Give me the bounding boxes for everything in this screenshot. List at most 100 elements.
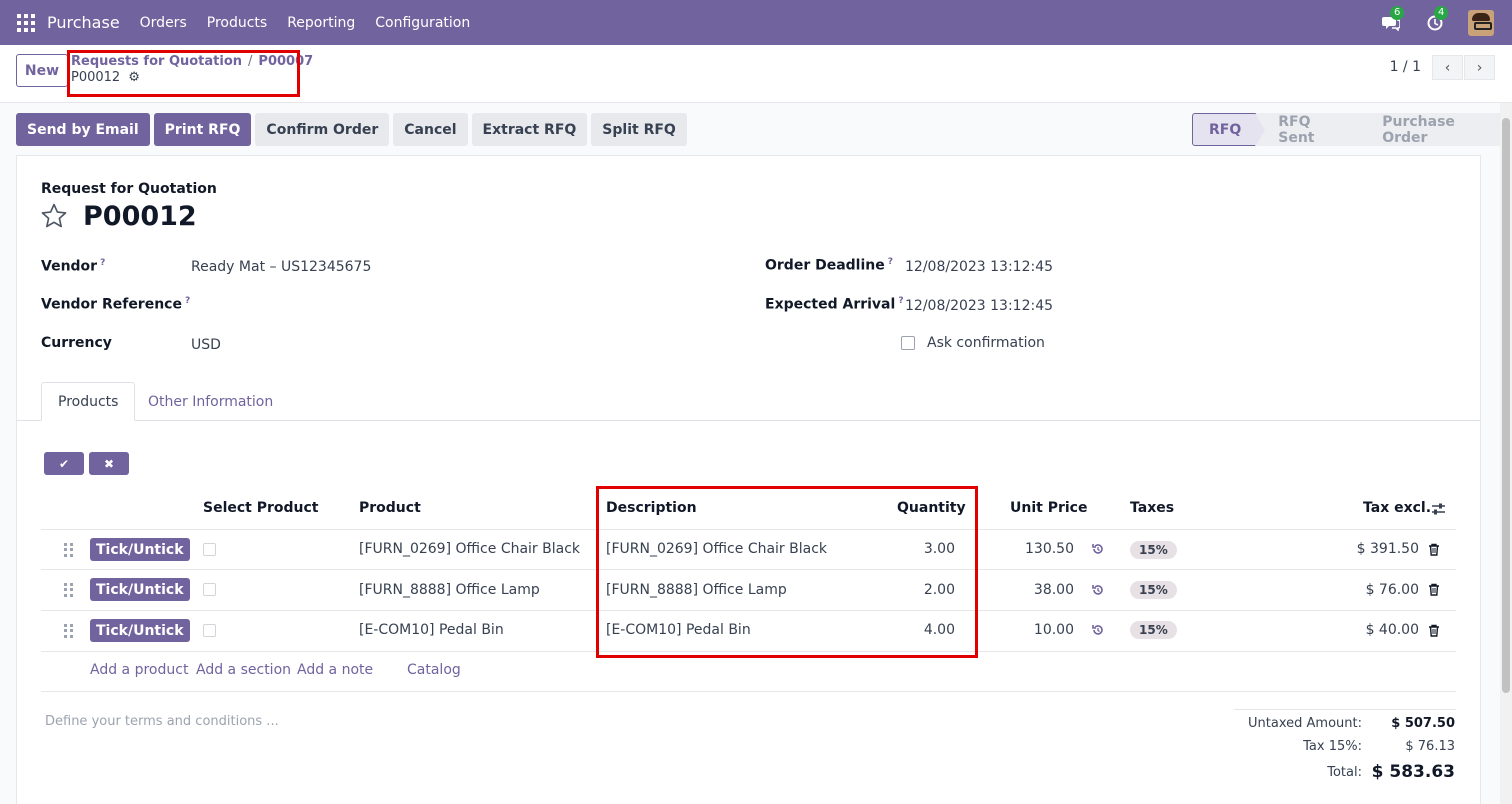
confirm-order-button[interactable]: Confirm Order <box>255 113 390 146</box>
form-type-label: Request for Quotation <box>41 181 217 197</box>
print-rfq-button[interactable]: Print RFQ <box>153 113 252 146</box>
stage-purchase-order[interactable]: Purchase Order <box>1360 113 1512 146</box>
send-by-email-button[interactable]: Send by Email <box>16 113 150 146</box>
untaxed-amount-value: $ 507.50 <box>1391 716 1455 731</box>
menu-orders[interactable]: Orders <box>140 15 187 31</box>
row-unit-price[interactable]: 10.00 <box>990 622 1074 638</box>
extract-rfq-button[interactable]: Extract RFQ <box>471 113 588 146</box>
expected-arrival-label-text: Expected Arrival <box>765 296 896 313</box>
drag-handle-icon[interactable] <box>64 583 74 597</box>
pager-value[interactable]: 1 / 1 <box>1390 59 1421 75</box>
row-unit-price[interactable]: 38.00 <box>990 582 1074 598</box>
scrollbar-thumb[interactable] <box>1502 118 1510 693</box>
row-subtotal: $ 76.00 <box>1365 582 1419 598</box>
stage-arrow <box>1255 113 1266 147</box>
catalog-link[interactable]: Catalog <box>407 662 461 678</box>
optional-columns-sliders-icon[interactable] <box>1431 502 1446 516</box>
tab-products[interactable]: Products <box>41 382 136 421</box>
top-navbar: Purchase Orders Products Reporting Confi… <box>0 0 1512 45</box>
expected-arrival-field[interactable]: 12/08/2023 13:12:45 <box>905 298 1053 314</box>
stage-rfq-sent[interactable]: RFQ Sent <box>1256 113 1371 146</box>
order-deadline-help-icon[interactable]: ? <box>888 257 893 267</box>
drag-handle-icon[interactable] <box>64 543 74 557</box>
column-unit-price[interactable]: Unit Price <box>1010 500 1087 516</box>
row-subtotal: $ 391.50 <box>1356 541 1419 557</box>
tick-untick-button[interactable]: Tick/Untick <box>90 538 190 561</box>
activity-clock-icon[interactable]: 4 <box>1424 5 1449 34</box>
app-brand[interactable]: Purchase <box>47 13 120 32</box>
totals-divider <box>1234 709 1456 710</box>
select-product-checkbox[interactable] <box>203 624 216 637</box>
stage-rfq[interactable]: RFQ <box>1192 113 1266 147</box>
tax-badge[interactable]: 15% <box>1130 541 1177 559</box>
select-product-checkbox[interactable] <box>203 583 216 596</box>
vendor-label-text: Vendor <box>41 258 98 275</box>
vendor-label: Vendor? <box>41 258 105 275</box>
tax-value: $ 76.13 <box>1405 739 1455 754</box>
messages-icon[interactable]: 6 <box>1380 5 1405 34</box>
ask-confirmation-label: Ask confirmation <box>927 335 1045 351</box>
row-subtotal: $ 40.00 <box>1365 622 1419 638</box>
currency-field[interactable]: USD <box>191 337 221 353</box>
tab-other-information[interactable]: Other Information <box>132 382 289 421</box>
apps-grid-icon[interactable] <box>17 13 35 32</box>
column-tax-excl[interactable]: Tax excl. <box>1363 500 1431 516</box>
vendor-help-icon[interactable]: ? <box>100 258 105 268</box>
drag-handle-icon[interactable] <box>64 624 74 638</box>
row-product[interactable]: [E-COM10] Pedal Bin <box>359 622 504 638</box>
split-rfq-button[interactable]: Split RFQ <box>591 113 687 146</box>
expected-arrival-label: Expected Arrival? <box>765 296 904 313</box>
menu-configuration[interactable]: Configuration <box>375 15 470 31</box>
terms-conditions-input[interactable]: Define your terms and conditions ... <box>45 714 279 729</box>
stage-purchase-order-label: Purchase Order <box>1382 113 1455 146</box>
new-button[interactable]: New <box>16 54 68 87</box>
menu-reporting[interactable]: Reporting <box>287 15 355 31</box>
pager-prev-chevron-left-icon[interactable]: ‹ <box>1432 55 1463 80</box>
ask-confirmation-checkbox[interactable] <box>901 336 915 350</box>
trash-icon[interactable] <box>1428 624 1440 637</box>
stage-rfq-sent-label: RFQ Sent <box>1278 113 1315 146</box>
vendor-reference-label: Vendor Reference? <box>41 296 190 313</box>
control-panel: New Requests for Quotation / P00007 P00012… <box>0 45 1512 103</box>
trash-icon[interactable] <box>1428 543 1440 556</box>
tax-badge[interactable]: 15% <box>1130 621 1177 639</box>
tax-label: Tax 15%: <box>1303 739 1362 754</box>
pager-next-chevron-right-icon[interactable]: › <box>1464 55 1495 80</box>
highlight-box-breadcrumb <box>67 50 300 97</box>
cancel-button[interactable]: Cancel <box>393 113 468 146</box>
messages-count-badge: 6 <box>1390 5 1405 20</box>
total-value: $ 583.63 <box>1371 762 1455 782</box>
user-avatar[interactable] <box>1468 9 1494 36</box>
tax-badge[interactable]: 15% <box>1130 581 1177 599</box>
tick-untick-button[interactable]: Tick/Untick <box>90 619 190 642</box>
expected-arrival-help-icon[interactable]: ? <box>898 296 903 306</box>
row-product[interactable]: [FURN_0269] Office Chair Black <box>359 541 580 557</box>
status-bar: RFQ RFQ Sent Purchase Order <box>1192 113 1512 147</box>
reset-price-icon[interactable] <box>1091 623 1105 637</box>
reset-price-icon[interactable] <box>1091 583 1105 597</box>
add-note-link[interactable]: Add a note <box>297 662 373 678</box>
tick-untick-button[interactable]: Tick/Untick <box>90 578 190 601</box>
reset-price-icon[interactable] <box>1091 542 1105 556</box>
column-product[interactable]: Product <box>359 500 421 516</box>
trash-icon[interactable] <box>1428 583 1440 596</box>
vendor-reference-label-text: Vendor Reference <box>41 296 182 313</box>
record-name: P00012 <box>83 201 197 232</box>
row-unit-price[interactable]: 130.50 <box>990 541 1074 557</box>
close-icon[interactable]: ✖ <box>89 452 129 475</box>
column-select-product[interactable]: Select Product <box>203 500 319 516</box>
currency-label: Currency <box>41 335 112 351</box>
column-taxes[interactable]: Taxes <box>1130 500 1174 516</box>
favorite-star-icon[interactable] <box>40 202 68 230</box>
order-deadline-field[interactable]: 12/08/2023 13:12:45 <box>905 259 1053 275</box>
menu-products[interactable]: Products <box>207 15 267 31</box>
page-scrollbar[interactable] <box>1500 103 1512 804</box>
add-section-link[interactable]: Add a section <box>196 662 291 678</box>
vendor-reference-help-icon[interactable]: ? <box>185 296 190 306</box>
check-icon[interactable]: ✔ <box>44 452 84 475</box>
vendor-field[interactable]: Ready Mat – US12345675 <box>191 259 371 275</box>
activities-count-badge: 4 <box>1434 5 1449 20</box>
row-product[interactable]: [FURN_8888] Office Lamp <box>359 582 540 598</box>
select-product-checkbox[interactable] <box>203 543 216 556</box>
add-product-link[interactable]: Add a product <box>90 662 188 678</box>
